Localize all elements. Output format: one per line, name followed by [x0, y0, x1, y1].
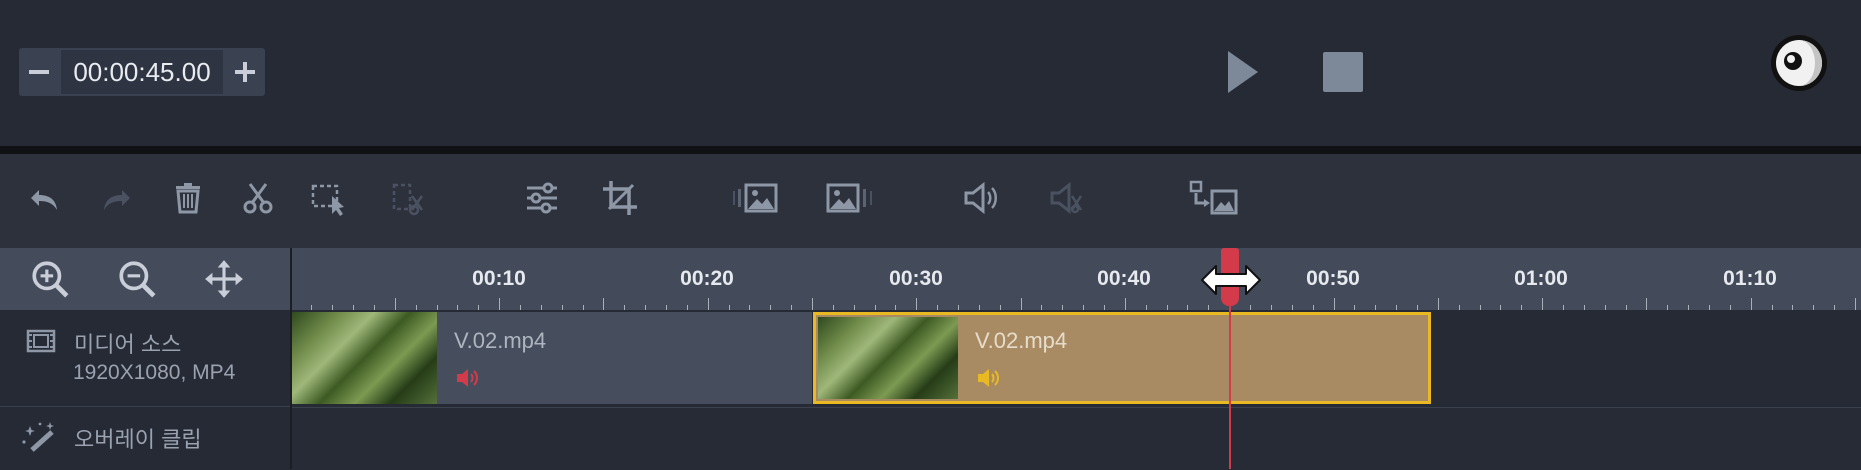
ruler-label: 01:10 [1723, 267, 1777, 290]
cut-icon [243, 183, 273, 214]
overlay-track[interactable] [292, 407, 1861, 470]
clip-name: V.02.mp4 [975, 328, 1068, 353]
resize-cursor-icon [1201, 265, 1261, 295]
adjust-button[interactable] [516, 172, 568, 224]
volume-icon [964, 181, 997, 215]
media-track-title: 미디어 소스 [74, 332, 182, 357]
playhead-line [1229, 300, 1231, 469]
preview-mode-toggle[interactable] [1768, 32, 1830, 94]
crop-icon [603, 181, 637, 215]
redo-icon [104, 190, 130, 210]
media-track-info: 1920X1080, MP4 [73, 361, 236, 384]
ruler-tick [708, 298, 709, 310]
crop-button[interactable] [594, 172, 646, 224]
fit-timeline-button[interactable] [203, 258, 245, 300]
ruler-tick [603, 298, 604, 310]
ruler-tick [1438, 298, 1439, 310]
timeline-clip[interactable]: V.02.mp4 [292, 312, 812, 404]
panel-divider [0, 146, 1861, 154]
ruler-tick [1125, 298, 1126, 310]
replace-icon [1189, 180, 1238, 215]
fit-icon [205, 260, 243, 298]
ruler-tick [1855, 298, 1856, 310]
overlay-track-title: 오버레이 클립 [74, 427, 202, 452]
play-button[interactable] [1226, 49, 1260, 95]
film-icon [26, 329, 56, 358]
split-button[interactable] [382, 172, 434, 224]
preview-controls [0, 0, 1861, 146]
volume-button[interactable] [955, 172, 1007, 224]
select-icon [311, 184, 344, 216]
replace-clip-button[interactable] [1183, 172, 1245, 224]
speaker-icon [978, 369, 999, 387]
increase-time-button[interactable] [225, 48, 265, 96]
ruler-tick [1542, 298, 1543, 310]
ruler-label: 00:40 [1097, 267, 1151, 290]
ruler-label: 01:00 [1514, 267, 1568, 290]
ruler-tick [812, 298, 813, 310]
cut-button[interactable] [232, 172, 284, 224]
stop-icon [1323, 52, 1363, 92]
fade-in-button[interactable] [727, 172, 785, 224]
undo-icon [31, 190, 57, 210]
ruler-tick [1334, 298, 1335, 310]
ruler-tick [1646, 298, 1647, 310]
zoom-out-button[interactable] [116, 258, 158, 300]
zoom-in-icon [32, 261, 69, 298]
clip-name: V.02.mp4 [454, 328, 547, 353]
ruler-label: 00:10 [472, 267, 526, 290]
ruler-tick [1751, 298, 1752, 310]
zoom-in-button[interactable] [29, 258, 71, 300]
fade-out-button[interactable] [821, 172, 879, 224]
ruler-tick [916, 298, 917, 310]
adjust-icon [527, 182, 557, 214]
clip-thumbnail [292, 312, 437, 404]
ruler-tick [499, 298, 500, 310]
ruler-label: 00:30 [889, 267, 943, 290]
clip-thumbnail [818, 317, 958, 399]
fade-out-icon [826, 183, 872, 213]
undo-button[interactable] [19, 172, 71, 224]
magic-wand-icon [20, 420, 58, 459]
plus-icon [235, 62, 255, 82]
mute-icon [1050, 181, 1083, 215]
delete-button[interactable] [162, 172, 214, 224]
ruler-tick [1021, 298, 1022, 310]
minus-icon [29, 70, 49, 74]
split-icon [392, 183, 424, 216]
decrease-time-button[interactable] [19, 48, 59, 96]
time-ruler[interactable] [292, 248, 1861, 310]
stop-button[interactable] [1323, 52, 1363, 92]
timeline-clip-selected[interactable]: V.02.mp4 [813, 312, 1431, 404]
ruler-tick [395, 298, 396, 310]
ruler-label: 00:20 [680, 267, 734, 290]
play-icon [1228, 51, 1258, 93]
timecode-control: 00:00:45.00 [19, 48, 265, 96]
eye-toggle-icon [1771, 35, 1827, 91]
ruler-label: 00:50 [1306, 267, 1360, 290]
speaker-muted-icon [457, 369, 478, 387]
mute-button[interactable] [1041, 172, 1093, 224]
zoom-out-icon [119, 261, 156, 298]
timecode-input[interactable]: 00:00:45.00 [61, 50, 223, 94]
delete-icon [176, 183, 200, 214]
select-range-button[interactable] [302, 172, 354, 224]
redo-button[interactable] [90, 172, 142, 224]
fade-in-icon [733, 183, 778, 213]
